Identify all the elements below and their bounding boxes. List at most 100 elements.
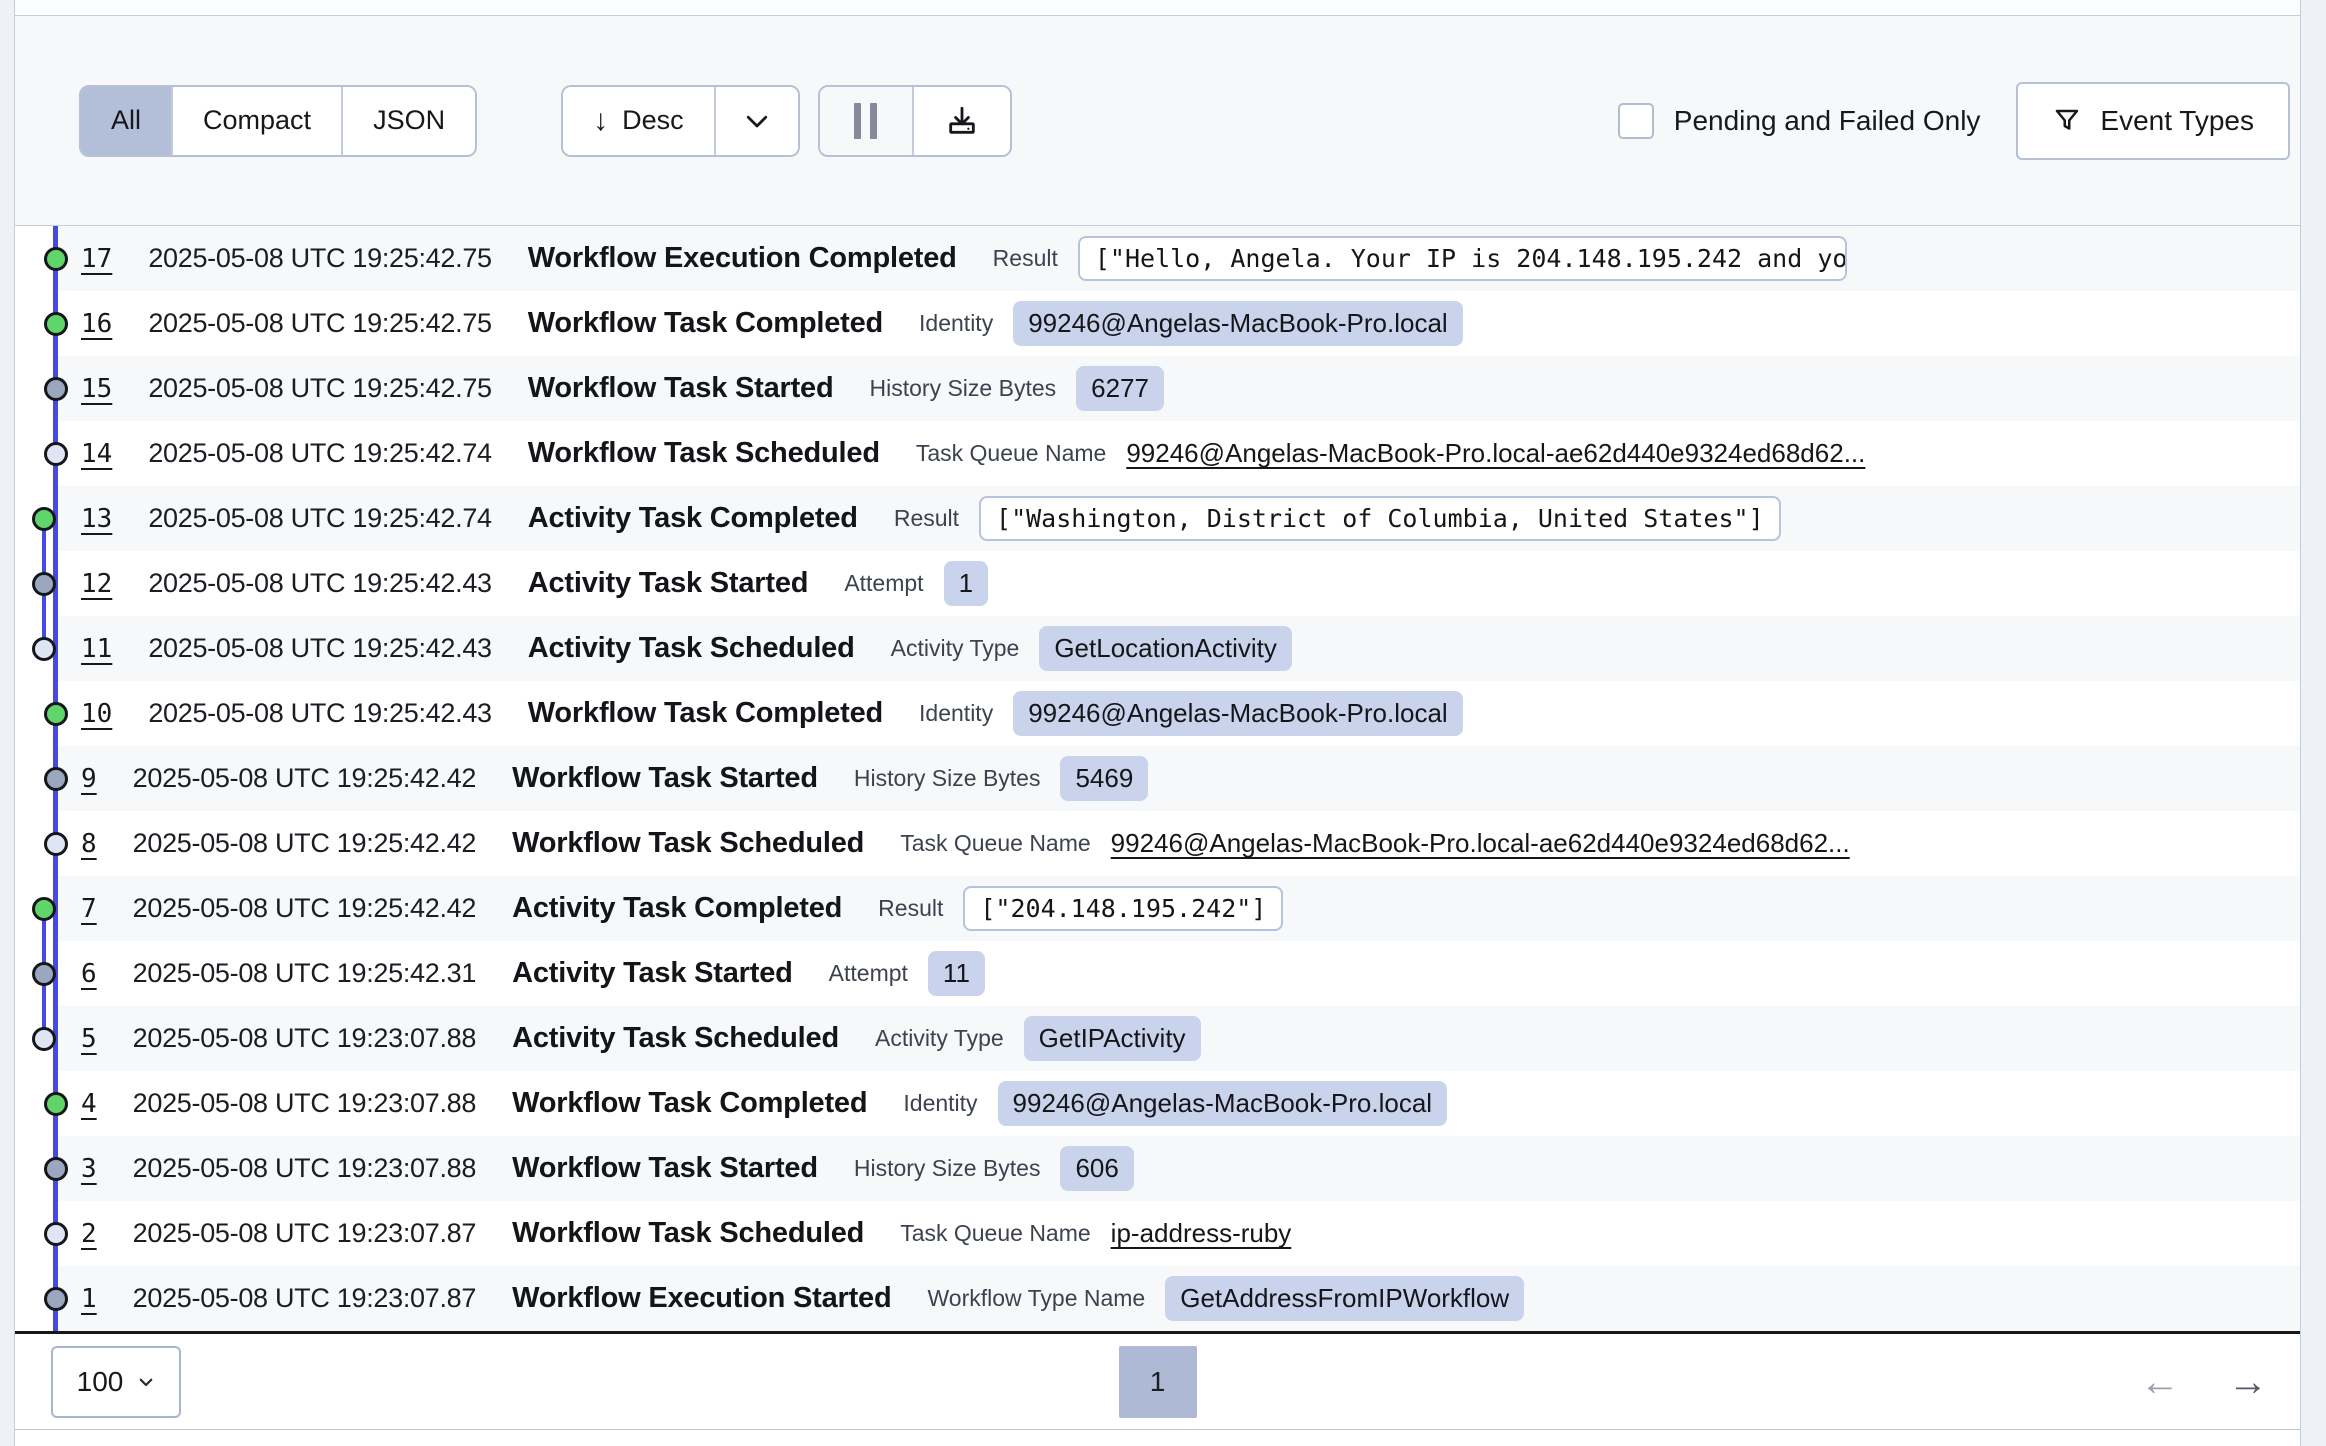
event-row: 42025-05-08 UTC 19:23:07.88Workflow Task… [15,1071,2300,1136]
view-mode-json[interactable]: JSON [343,87,475,155]
event-id-link[interactable]: 17 [81,244,112,274]
event-row-content: 162025-05-08 UTC 19:25:42.75Workflow Tas… [81,301,1463,346]
arrow-down-icon: ↓ [593,104,608,138]
event-id-link[interactable]: 9 [81,764,97,794]
current-page-indicator[interactable]: 1 [1119,1346,1197,1418]
event-attribute: Identity 99246@Angelas-MacBook-Pro.local [919,301,1463,346]
event-id-link[interactable]: 11 [81,634,112,664]
event-status-dot-green [32,897,56,921]
event-history-table: 172025-05-08 UTC 19:25:42.75Workflow Exe… [15,226,2300,1331]
event-type-title: Activity Task Completed [512,892,842,925]
event-type-title: Workflow Task Started [528,372,834,405]
event-type-title: Workflow Task Scheduled [512,1217,864,1250]
event-id-link[interactable]: 4 [81,1089,97,1119]
event-id-link[interactable]: 13 [81,504,112,534]
view-mode-compact[interactable]: Compact [173,87,343,155]
sort-order-control: ↓ Desc [561,85,800,157]
event-attribute: Activity TypeGetLocationActivity [891,626,1292,671]
event-id-link[interactable]: 16 [81,309,112,339]
event-attribute-badge: 99246@Angelas-MacBook-Pro.local [1013,301,1463,346]
pause-autorefresh-button[interactable] [820,87,914,155]
event-attribute-badge: 1 [944,561,988,606]
sort-order-dropdown-button[interactable] [716,87,798,155]
event-status-dot-green [44,1092,68,1116]
task-queue-link[interactable]: ip-address-ruby [1111,1218,1292,1249]
event-attribute-label: Identity [919,310,993,337]
view-mode-all[interactable]: All [81,87,173,155]
pager-arrows: ← → [2140,1362,2268,1402]
event-status-dot-gray [44,767,68,791]
sort-order-label: Desc [622,105,684,136]
event-id-link[interactable]: 1 [81,1284,97,1314]
event-id-link[interactable]: 10 [81,699,112,729]
sort-order-button[interactable]: ↓ Desc [563,87,716,155]
event-row-content: 52025-05-08 UTC 19:23:07.88Activity Task… [81,1016,1201,1061]
task-queue-link[interactable]: 99246@Angelas-MacBook-Pro.local-ae62d440… [1126,438,1865,469]
event-type-title: Activity Task Started [528,567,809,600]
event-attribute-label: Workflow Type Name [928,1285,1146,1312]
pagination-footer: 100 1 ← → [15,1334,2300,1430]
event-attribute-label: History Size Bytes [870,375,1057,402]
pending-failed-checkbox[interactable] [1618,103,1654,139]
event-timestamp: 2025-05-08 UTC 19:23:07.87 [133,1283,476,1314]
event-type-title: Activity Task Scheduled [528,632,855,665]
event-status-dot-gray [32,572,56,596]
event-attribute-badge: 606 [1060,1146,1133,1191]
event-attribute-label: History Size Bytes [854,1155,1041,1182]
event-row-content: 82025-05-08 UTC 19:25:42.42Workflow Task… [81,827,1850,860]
event-timestamp: 2025-05-08 UTC 19:25:42.43 [148,633,491,664]
event-id-link[interactable]: 12 [81,569,112,599]
playback-export-control [818,85,1012,157]
event-timestamp: 2025-05-08 UTC 19:25:42.75 [148,373,491,404]
event-types-filter-button[interactable]: Event Types [2016,82,2290,160]
event-id-link[interactable]: 7 [81,894,97,924]
event-row-content: 122025-05-08 UTC 19:25:42.43Activity Tas… [81,561,988,606]
next-page-arrow-icon[interactable]: → [2228,1362,2268,1402]
event-attribute: Task Queue Name99246@Angelas-MacBook-Pro… [916,438,1866,469]
event-id-link[interactable]: 15 [81,374,112,404]
event-attribute: Task Queue Name 99246@Angelas-MacBook-Pro… [900,828,1850,859]
filter-funnel-icon [2052,106,2082,136]
event-attribute: Attempt11 [829,951,985,996]
event-result-codebox: ["Washington, District of Columbia, Unit… [979,496,1781,541]
event-attribute-badge: 11 [928,951,985,996]
event-status-dot-light [32,637,56,661]
view-mode-switcher: All Compact JSON [79,85,477,157]
top-divider [15,0,2300,16]
event-row: 15 2025-05-08 UTC 19:25:42.75 Workflow Tas… [15,356,2300,421]
previous-page-arrow-icon[interactable]: ← [2140,1362,2180,1402]
event-timestamp: 2025-05-08 UTC 19:23:07.88 [133,1023,476,1054]
event-row: 102025-05-08 UTC 19:25:42.43Workflow Tas… [15,681,2300,746]
event-row-content: 92025-05-08 UTC 19:25:42.42Workflow Task… [81,756,1148,801]
event-attribute-badge: GetLocationActivity [1039,626,1292,671]
event-row-content: 172025-05-08 UTC 19:25:42.75Workflow Exe… [81,236,1847,281]
download-history-button[interactable] [914,87,1010,155]
event-row-content: 132025-05-08 UTC 19:25:42.74Activity Tas… [81,496,1781,541]
event-row-content: 11 2025-05-08 UTC 19:25:42.43 Activity Tas… [81,626,1292,671]
event-attribute-label: Identity [919,700,993,727]
event-id-link[interactable]: 2 [81,1219,97,1249]
page-size-select[interactable]: 100 [51,1346,181,1418]
event-row-content: 62025-05-08 UTC 19:25:42.31Activity Task… [81,951,985,996]
event-id-link[interactable]: 8 [81,829,97,859]
event-result-codebox: ["Hello, Angela. Your IP is 204.148.195.… [1078,236,1847,281]
event-attribute: Attempt1 [844,561,988,606]
event-attribute-label: Task Queue Name [900,830,1090,857]
event-attribute-label: Result [993,245,1058,272]
event-id-link[interactable]: 6 [81,959,97,989]
event-status-dot-light [44,832,68,856]
event-id-link[interactable]: 3 [81,1154,97,1184]
event-status-dot-gray [32,962,56,986]
event-timestamp: 2025-05-08 UTC 19:25:42.31 [133,958,476,989]
event-type-title: Workflow Task Scheduled [512,827,864,860]
event-status-dot-gray [44,377,68,401]
event-attribute: History Size Bytes 606 [854,1146,1134,1191]
event-id-link[interactable]: 14 [81,439,112,469]
event-row: 92025-05-08 UTC 19:25:42.42Workflow Task… [15,746,2300,811]
event-row-content: 42025-05-08 UTC 19:23:07.88Workflow Task… [81,1081,1447,1126]
task-queue-link[interactable]: 99246@Angelas-MacBook-Pro.local-ae62d440… [1111,828,1850,859]
event-history-toolbar: All Compact JSON ↓ Desc [15,16,2300,226]
event-id-link[interactable]: 5 [81,1024,97,1054]
event-attribute: Identity99246@Angelas-MacBook-Pro.local [903,1081,1447,1126]
event-status-dot-green [44,702,68,726]
